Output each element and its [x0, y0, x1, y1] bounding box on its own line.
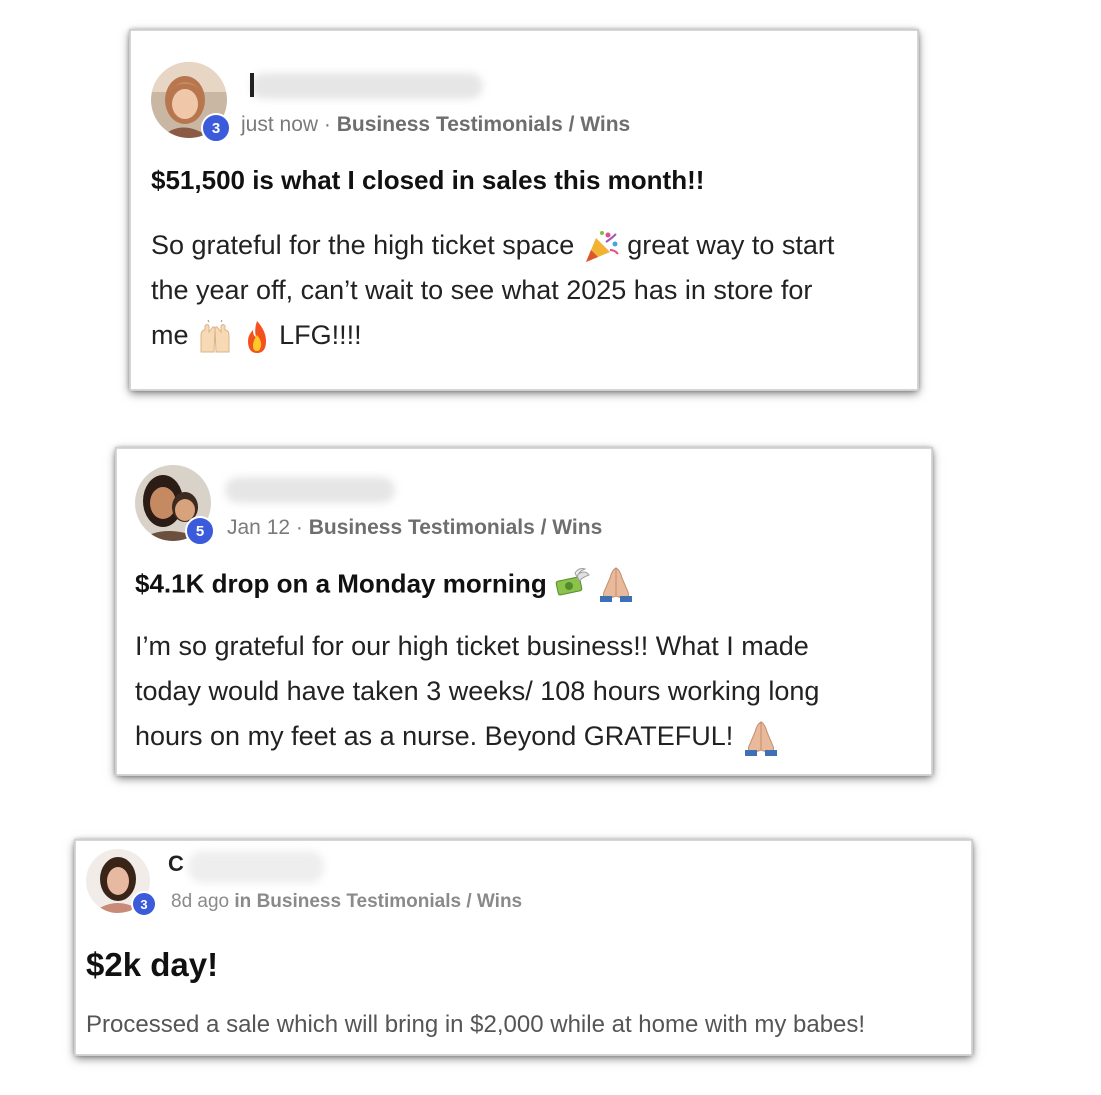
post-title-row: $4.1K drop on a Monday morning: [135, 566, 636, 602]
level-badge: 5: [185, 516, 215, 546]
author-name-redacted: [225, 477, 395, 503]
body-text-segment: So grateful for the high ticket space: [151, 230, 575, 260]
post-meta: just now · Business Testimonials / Wins: [241, 113, 630, 137]
post-title[interactable]: $4.1K drop on a Monday morning: [135, 569, 547, 599]
post-card: 3 C 8d ago in Business Testimonials / Wi…: [75, 840, 972, 1055]
body-line: I’m so grateful for our high ticket busi…: [135, 631, 809, 661]
party-popper-icon: [582, 230, 620, 264]
post-body: I’m so grateful for our high ticket busi…: [135, 624, 935, 759]
money-with-wings-icon: [551, 567, 591, 601]
meta-separator: ·: [295, 516, 303, 539]
level-badge-number: 3: [211, 119, 221, 137]
body-line: me LFG!!!!: [151, 313, 921, 358]
post-category-link[interactable]: Business Testimonials / Wins: [309, 516, 603, 539]
post-meta: 8d ago in Business Testimonials / Wins: [171, 891, 522, 913]
author-name-redacted: [188, 851, 324, 883]
post-time: just now: [241, 113, 319, 136]
level-badge-number: 3: [140, 896, 148, 912]
body-line: hours on my feet as a nurse. Beyond GRAT…: [135, 714, 935, 759]
post-body: So grateful for the high ticket space gr…: [151, 223, 921, 358]
body-text-segment: hours on my feet as a nurse. Beyond GRAT…: [135, 721, 734, 751]
body-line: So grateful for the high ticket space gr…: [151, 223, 921, 268]
post-card: 3 just now · Business Testimonials / Win…: [130, 30, 918, 390]
author-name-redacted: [251, 73, 483, 99]
body-text-segment: great way to start: [627, 230, 835, 260]
author-name-fragment: [250, 73, 254, 97]
raising-hands-icon: [196, 319, 234, 354]
folded-hands-icon: [741, 720, 781, 756]
fire-icon: [242, 319, 272, 355]
author-name-initial[interactable]: C: [168, 851, 184, 877]
body-line: the year off, can’t wait to see what 202…: [151, 275, 813, 305]
post-time: 8d ago: [171, 891, 230, 912]
post-title[interactable]: $51,500 is what I closed in sales this m…: [151, 165, 704, 196]
level-badge-number: 5: [195, 522, 205, 540]
folded-hands-icon: [596, 566, 636, 602]
post-category-link[interactable]: in Business Testimonials / Wins: [234, 891, 522, 912]
body-text-segment: me: [151, 320, 189, 350]
post-time: Jan 12: [227, 516, 291, 539]
body-text-segment: LFG!!!!: [279, 320, 362, 350]
post-card: 5 Jan 12 · Business Testimonials / Wins …: [116, 448, 932, 775]
post-category-link[interactable]: Business Testimonials / Wins: [337, 113, 631, 136]
post-title[interactable]: $2k day!: [86, 946, 218, 984]
level-badge: 3: [131, 891, 157, 917]
post-meta: Jan 12 · Business Testimonials / Wins: [227, 516, 602, 540]
level-badge: 3: [201, 113, 231, 143]
meta-separator: ·: [323, 113, 331, 136]
post-body: Processed a sale which will bring in $2,…: [86, 1011, 866, 1038]
body-line: today would have taken 3 weeks/ 108 hour…: [135, 676, 820, 706]
